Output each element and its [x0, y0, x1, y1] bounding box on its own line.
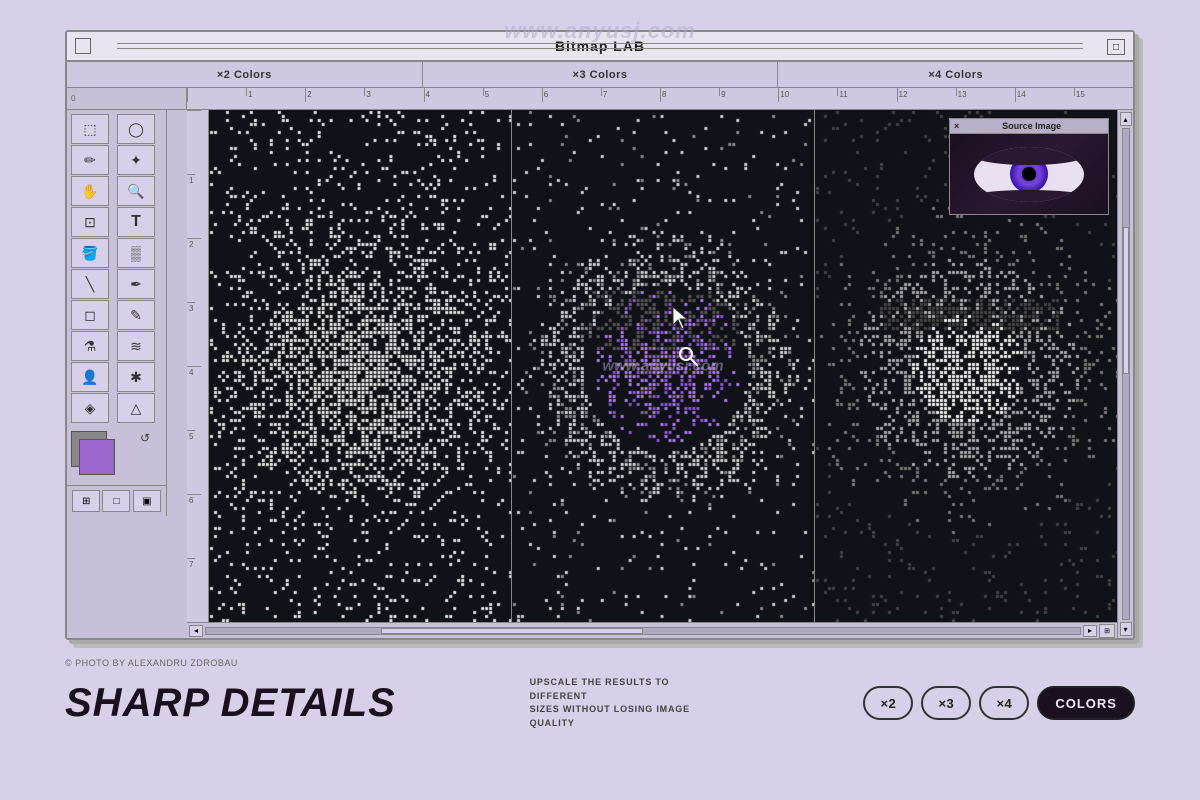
main-content: 123456789101112131415 1234567 [187, 88, 1133, 638]
description-container: UPSCALE THE RESULTS TO DIFFERENT SIZES W… [530, 676, 730, 730]
scale-buttons: ×2 ×3 ×4 COLORS [863, 686, 1135, 720]
tool-bottom-2[interactable]: □ [102, 490, 130, 512]
title-bar-decoration [117, 43, 1083, 49]
tool-eyedropper[interactable]: ✒ [117, 269, 155, 299]
canvas-x3 [512, 110, 814, 622]
ruler-horizontal: 123456789101112131415 [187, 88, 1133, 110]
tool-magic-wand[interactable]: ✦ [117, 145, 155, 175]
tool-person[interactable]: 👤 [71, 362, 109, 392]
colors-button[interactable]: COLORS [1037, 686, 1135, 720]
eye-illustration [950, 134, 1108, 214]
scroll-left-button[interactable]: ◂ [189, 625, 203, 637]
tool-crop[interactable]: ⊡ [71, 207, 109, 237]
background-color[interactable] [79, 439, 115, 475]
canvas-x2 [209, 110, 511, 622]
tool-blur[interactable]: ≋ [117, 331, 155, 361]
tool-text[interactable]: T [117, 207, 155, 237]
maximize-button[interactable]: □ [1107, 39, 1125, 55]
tool-icons-bottom: ⊞ □ ▣ [67, 485, 166, 516]
scale-x3-button[interactable]: ×3 [921, 686, 971, 720]
tool-shape1[interactable]: ◈ [71, 393, 109, 423]
eye-white [974, 147, 1084, 202]
panel-x4: × Source Image [815, 110, 1117, 622]
tool-marquee-rect[interactable]: ⬚ [71, 114, 109, 144]
title-bar-left [75, 38, 91, 54]
ruler-corner: 0 [67, 88, 187, 110]
tab-x3[interactable]: ×3 Colors [423, 62, 779, 87]
scroll-track-v[interactable] [1122, 128, 1130, 620]
scroll-track-h[interactable] [205, 627, 1081, 635]
tool-marquee-ellipse[interactable]: ◯ [117, 114, 155, 144]
tool-shape2[interactable]: △ [117, 393, 155, 423]
tool-paint-bucket[interactable]: 🪣 [71, 238, 109, 268]
photo-credit: © PHOTO BY ALEXANDRU ZDROBAU [65, 658, 1135, 668]
tab-x2[interactable]: ×2 Colors [67, 62, 423, 87]
sharp-details-title: SHARP DETAILS [65, 681, 396, 726]
tool-gradient[interactable]: ▒ [117, 238, 155, 268]
source-image-overlay: × Source Image [949, 118, 1109, 215]
source-image-close[interactable]: × [954, 121, 959, 131]
tool-pencil[interactable]: ✎ [117, 300, 155, 330]
tool-bottom-1[interactable]: ⊞ [72, 490, 100, 512]
horizontal-scrollbar: ◂ ▸ ⊞ [187, 622, 1117, 638]
tab-x4[interactable]: ×4 Colors [778, 62, 1133, 87]
tool-eraser[interactable]: ◻ [71, 300, 109, 330]
scroll-thumb-v[interactable] [1123, 227, 1129, 374]
title-bar-right: □ [1107, 37, 1125, 56]
scroll-right-button[interactable]: ▸ [1083, 625, 1097, 637]
source-image-title-bar: × Source Image [950, 119, 1108, 134]
tool-lasso[interactable]: ✏ [71, 145, 109, 175]
tool-zoom[interactable]: 🔍 [117, 176, 155, 206]
scroll-down-button[interactable]: ▾ [1120, 622, 1132, 636]
title-bar: Bitmap LAB □ [67, 32, 1133, 62]
tool-hand[interactable]: ✋ [71, 176, 109, 206]
tool-smudge[interactable]: ✱ [117, 362, 155, 392]
scroll-corner-btn[interactable]: ⊞ [1099, 624, 1115, 638]
toolbox: ⬚ ◯ ✏ ✦ ✋ 🔍 ⊡ T 🪣 ▒ ╲ ✒ ◻ ✎ ⚗ ≋ 👤 [67, 110, 167, 516]
description-line2: SIZES WITHOUT LOSING IMAGE QUALITY [530, 703, 730, 730]
tool-bottom-3[interactable]: ▣ [133, 490, 161, 512]
source-image-content [950, 134, 1108, 214]
scale-x4-button[interactable]: ×4 [979, 686, 1029, 720]
eyelid-top [974, 147, 1084, 165]
ruler-vertical: 1234567 [187, 110, 209, 622]
bottom-area: © PHOTO BY ALEXANDRU ZDROBAU SHARP DETAI… [65, 658, 1135, 730]
eyelid-bottom [974, 190, 1084, 202]
color-area: ↺ [67, 427, 166, 485]
app-window: Bitmap LAB □ ×2 Colors ×3 Colors ×4 Colo… [65, 30, 1135, 640]
color-swatches: ↺ [71, 431, 162, 481]
image-panels: www.anyusj.com [209, 110, 1117, 622]
vertical-scrollbar: ▴ ▾ [1117, 110, 1133, 638]
panel-x3: www.anyusj.com [512, 110, 815, 622]
tool-grid: ⬚ ◯ ✏ ✦ ✋ 🔍 ⊡ T 🪣 ▒ ╲ ✒ ◻ ✎ ⚗ ≋ 👤 [67, 110, 166, 427]
panel-x2 [209, 110, 512, 622]
swap-colors-icon[interactable]: ↺ [140, 431, 150, 445]
source-image-title: Source Image [1002, 121, 1061, 131]
tool-line[interactable]: ╲ [71, 269, 109, 299]
tab-bar: ×2 Colors ×3 Colors ×4 Colors [67, 62, 1133, 88]
description-line1: UPSCALE THE RESULTS TO DIFFERENT [530, 676, 730, 703]
eye-pupil [1022, 167, 1036, 181]
tool-burn[interactable]: ⚗ [71, 331, 109, 361]
window-icon [75, 38, 91, 54]
scale-x2-button[interactable]: ×2 [863, 686, 913, 720]
scroll-up-button[interactable]: ▴ [1120, 112, 1132, 126]
bottom-bar: SHARP DETAILS UPSCALE THE RESULTS TO DIF… [65, 676, 1135, 730]
scroll-thumb-h[interactable] [381, 628, 643, 634]
